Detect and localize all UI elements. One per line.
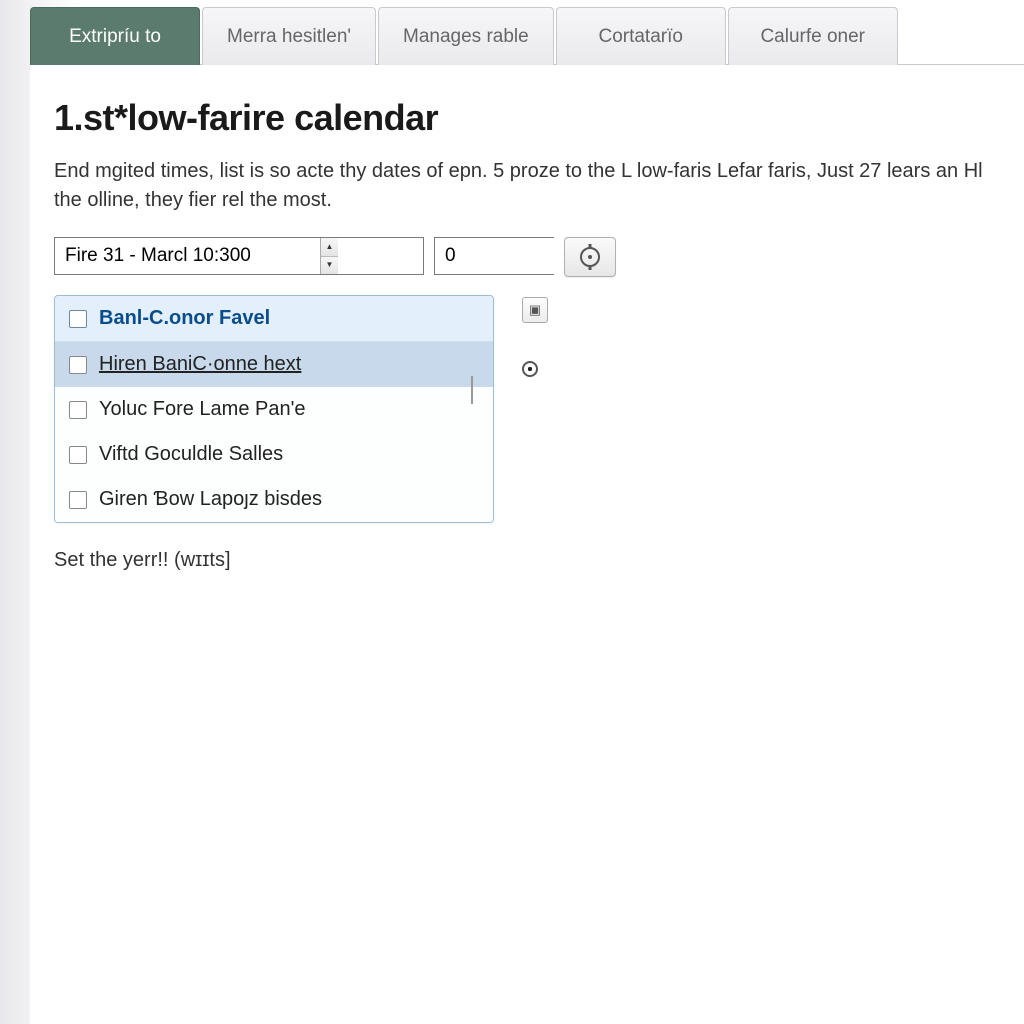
date-input[interactable]	[55, 238, 320, 274]
tab-manages[interactable]: Manages rable	[378, 7, 554, 65]
tab-cortatario[interactable]: Cortatarïo	[556, 7, 726, 65]
number-spinner	[434, 237, 554, 275]
gear-icon	[580, 247, 600, 267]
list-area: Banl-C.onor Favel Hiren BaniC·onne hext …	[54, 295, 1000, 523]
list-header-label: Banl-C.onor Favel	[99, 307, 270, 330]
scroll-handle[interactable]	[471, 376, 473, 404]
list-item-label: Yoluc Fore Lame Pan'e	[99, 398, 306, 421]
list-item-label: Giren Ɓow Lapoȷz bisdes	[99, 488, 322, 511]
tab-bar: Extripríu to Merra hesitlen' Manages rab…	[30, 6, 1024, 64]
date-spinner: ▲ ▼	[54, 237, 424, 275]
list-item[interactable]: Viftd Goculdle Salles	[55, 432, 493, 477]
tab-extripriu[interactable]: Extripríu to	[30, 7, 200, 65]
options-listbox: Banl-C.onor Favel Hiren BaniC·onne hext …	[54, 295, 494, 523]
radio-indicator[interactable]	[522, 361, 538, 377]
content-area: 1.st*low-farire calendar End mgited time…	[30, 64, 1024, 1024]
settings-button[interactable]	[564, 237, 616, 277]
date-spin-down[interactable]: ▼	[321, 257, 338, 275]
date-spin-buttons: ▲ ▼	[320, 238, 338, 274]
list-header-checkbox[interactable]	[69, 310, 87, 328]
list-item-label: Hiren BaniC·onne hext	[99, 353, 301, 376]
input-row: ▲ ▼	[54, 237, 1000, 277]
footer-note: Set the yerr!! (wɪɪts]	[54, 549, 1000, 572]
list-item-checkbox[interactable]	[69, 446, 87, 464]
list-header[interactable]: Banl-C.onor Favel	[55, 296, 493, 342]
list-item-checkbox[interactable]	[69, 356, 87, 374]
list-item-checkbox[interactable]	[69, 401, 87, 419]
tab-calurfe[interactable]: Calurfe oner	[728, 7, 898, 65]
person-button[interactable]: ▣	[522, 297, 548, 323]
side-icons: ▣	[522, 295, 548, 377]
list-item-checkbox[interactable]	[69, 491, 87, 509]
intro-text: End mgited times, list is so acte thy da…	[54, 157, 1000, 215]
list-item-label: Viftd Goculdle Salles	[99, 443, 283, 466]
person-icon: ▣	[529, 302, 541, 318]
tab-merra[interactable]: Merra hesitlen'	[202, 7, 376, 65]
date-spin-up[interactable]: ▲	[321, 238, 338, 257]
list-item[interactable]: Giren Ɓow Lapoȷz bisdes	[55, 477, 493, 522]
list-item[interactable]: Hiren BaniC·onne hext	[55, 342, 493, 387]
page-title: 1.st*low-farire calendar	[54, 97, 1000, 139]
list-item[interactable]: Yoluc Fore Lame Pan'e	[55, 387, 493, 432]
